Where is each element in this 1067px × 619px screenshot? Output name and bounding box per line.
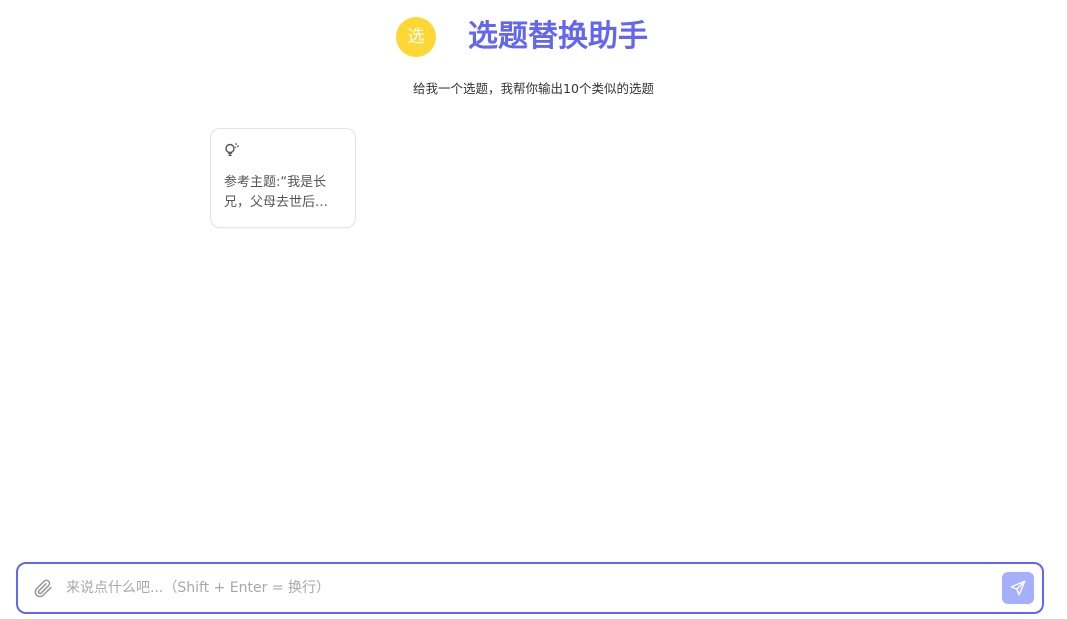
lightbulb-icon (225, 143, 239, 157)
message-input[interactable] (66, 574, 986, 602)
app-header: 选 选题替换助手 (0, 16, 1067, 58)
suggested-prompt-card[interactable]: 参考主题:“我是长兄，父母去世后… (210, 128, 356, 228)
app-avatar: 选 (396, 17, 436, 57)
send-button[interactable] (1002, 572, 1034, 604)
app-description: 给我一个选题，我帮你输出10个类似的选题 (413, 81, 654, 96)
send-icon (1010, 580, 1026, 596)
chat-composer (16, 562, 1044, 614)
paperclip-icon[interactable] (32, 577, 54, 599)
app-title: 选题替换助手 (468, 19, 648, 54)
suggested-prompt-text: 参考主题:“我是长兄，父母去世后… (224, 175, 329, 210)
chat-page: 选 选题替换助手 给我一个选题，我帮你输出10个类似的选题 参考主题:“我是长兄… (0, 0, 1067, 619)
